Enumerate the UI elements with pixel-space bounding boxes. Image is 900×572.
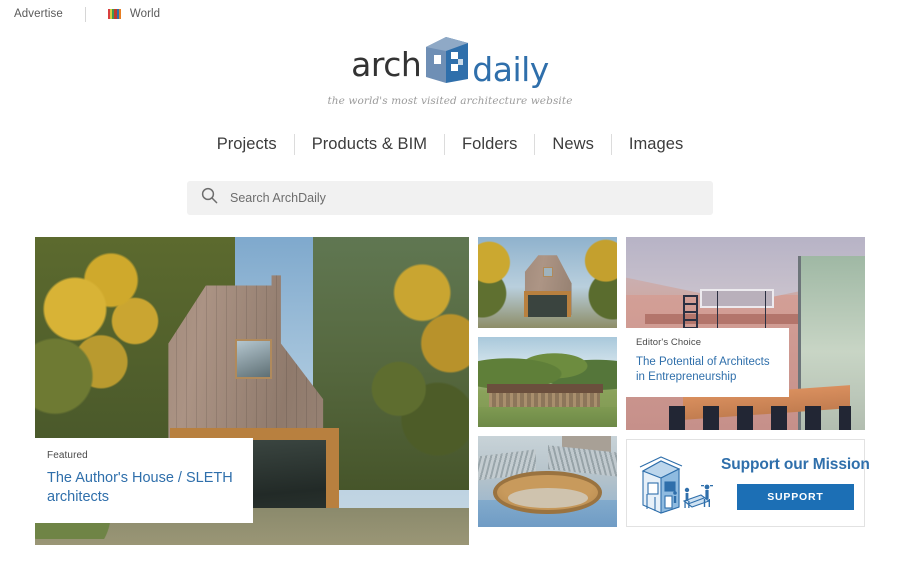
thumbnail-image-3 xyxy=(478,436,617,528)
topbar-divider xyxy=(84,6,86,22)
support-banner: Support our Mission SUPPORT xyxy=(626,438,870,527)
top-utility-bar: Advertise World xyxy=(0,0,900,28)
site-branding: arch daily the world's most visited arch… xyxy=(0,28,900,107)
nav-item-news[interactable]: News xyxy=(535,135,610,154)
content-grid: Featured The Author's House / SLETH arch… xyxy=(0,215,900,545)
house-construction-illustration xyxy=(635,449,719,517)
region-selector[interactable]: World xyxy=(107,8,161,20)
featured-caption: Featured The Author's House / SLETH arch… xyxy=(35,437,253,523)
featured-kicker: Featured xyxy=(47,449,88,461)
search-icon xyxy=(201,187,218,209)
site-tagline: the world's most visited architecture we… xyxy=(327,95,573,107)
support-title: Support our Mission xyxy=(721,455,870,473)
editors-choice-caption: Editor's Choice The Potential of Archite… xyxy=(626,328,789,397)
nav-item-products-bim[interactable]: Products & BIM xyxy=(295,135,444,154)
nav-item-folders[interactable]: Folders xyxy=(445,135,534,154)
site-logo[interactable]: arch daily xyxy=(351,32,549,88)
archdaily-building-icon xyxy=(424,33,470,87)
thumbnail-card-3[interactable] xyxy=(478,436,617,528)
search-section xyxy=(0,181,900,215)
thumbnail-column xyxy=(478,237,617,528)
support-body: Support our Mission SUPPORT xyxy=(719,456,870,510)
support-button[interactable]: SUPPORT xyxy=(737,483,854,510)
logo-text-daily: daily xyxy=(472,49,549,89)
editors-choice-card[interactable]: Editor's Choice The Potential of Archite… xyxy=(626,237,865,430)
featured-title[interactable]: The Author's House / SLETH architects xyxy=(47,469,239,507)
editors-choice-kicker: Editor's Choice xyxy=(636,337,702,349)
thumbnail-image-1 xyxy=(478,237,617,328)
thumbnail-image-2 xyxy=(478,336,617,428)
search-box[interactable] xyxy=(187,181,713,215)
world-flag-icon xyxy=(107,9,121,19)
logo-text-arch: arch xyxy=(351,44,422,84)
hero-column: Featured The Author's House / SLETH arch… xyxy=(35,237,470,545)
editors-choice-title[interactable]: The Potential of Architects in Entrepren… xyxy=(636,355,779,385)
advertise-link[interactable]: Advertise xyxy=(14,8,63,20)
thumbnail-card-2[interactable] xyxy=(478,336,617,428)
world-label: World xyxy=(129,8,161,20)
right-column: Editor's Choice The Potential of Archite… xyxy=(626,237,870,527)
nav-item-images[interactable]: Images xyxy=(612,135,700,154)
main-navigation: Projects Products & BIM Folders News Ima… xyxy=(0,129,900,159)
nav-item-projects[interactable]: Projects xyxy=(200,135,294,154)
thumbnail-card-1[interactable] xyxy=(478,237,617,328)
search-input[interactable] xyxy=(230,191,699,205)
featured-card[interactable]: Featured The Author's House / SLETH arch… xyxy=(35,237,470,545)
